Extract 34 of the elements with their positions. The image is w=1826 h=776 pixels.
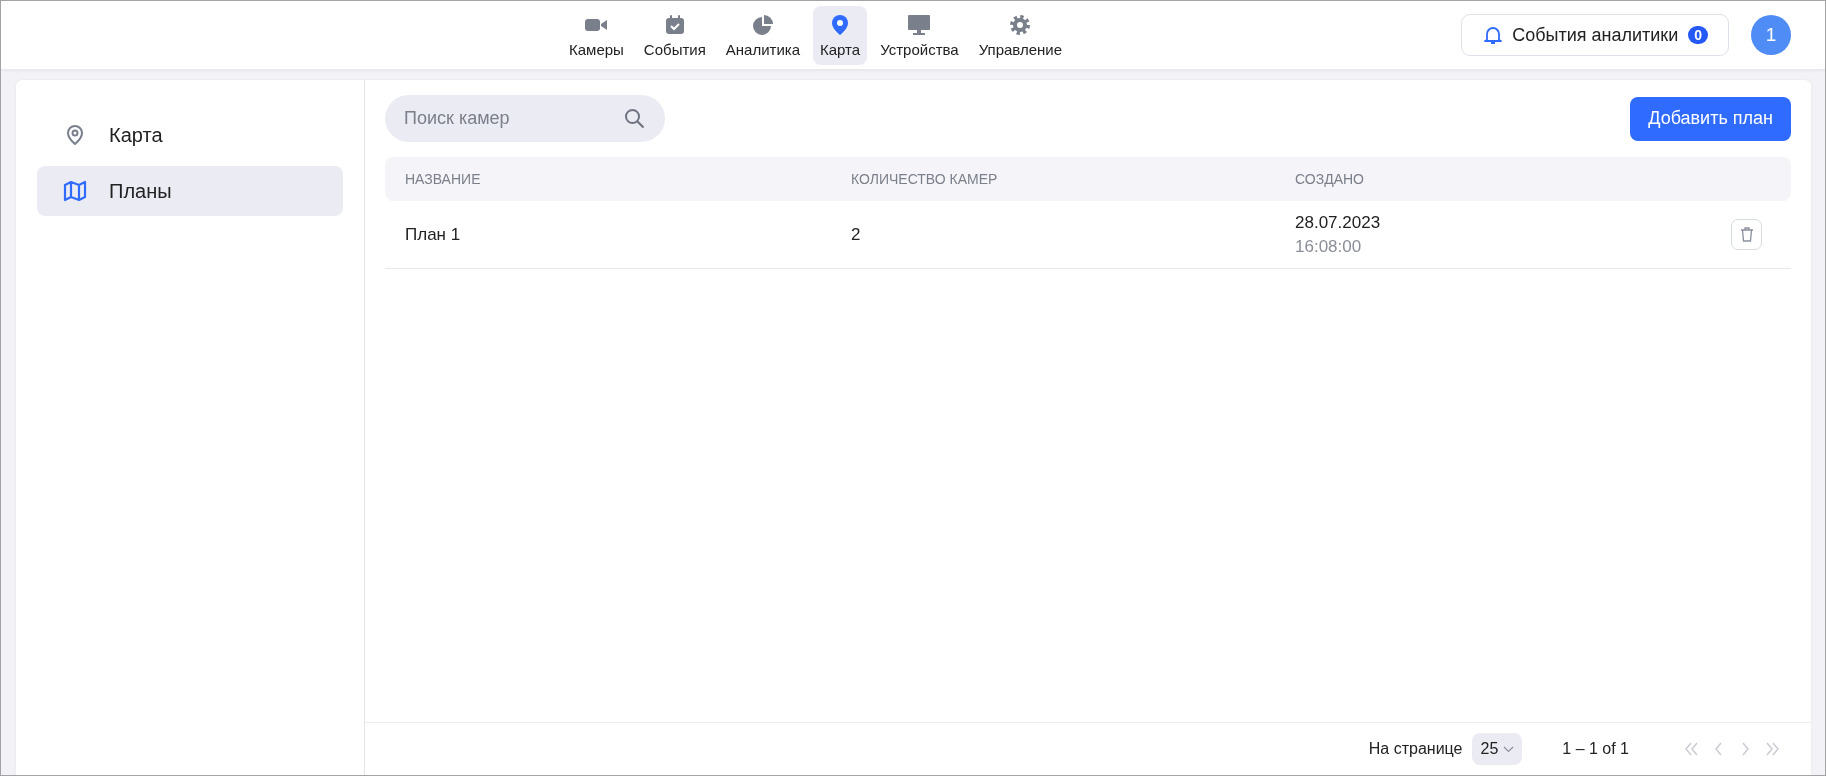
monitor-icon <box>907 13 932 36</box>
search-icon <box>624 108 645 129</box>
search-field[interactable]: Поиск камер <box>385 95 665 142</box>
table-cell-text: План 1 <box>405 224 462 245</box>
table-cell-text: 2 <box>851 224 862 245</box>
page-range: 1 – 1 of 1 <box>1562 740 1629 758</box>
settings-icon <box>1008 13 1033 36</box>
nav-tab[interactable]: Управление <box>971 5 1070 65</box>
count-badge: 0 <box>1688 26 1708 44</box>
nav-tab[interactable]: Карта <box>813 5 868 65</box>
pie-chart-icon <box>750 13 775 36</box>
analytics-events-button[interactable]: События аналитики 0 <box>1461 14 1729 56</box>
add-plan-button[interactable]: Добавить план <box>1630 96 1791 141</box>
double-chevron-right-icon <box>1763 740 1782 758</box>
column-header: СОЗДАНО <box>1295 171 1365 187</box>
created-time: 16:08:00 <box>1295 236 1363 257</box>
caret-icon <box>1503 745 1515 753</box>
trash-icon <box>1739 227 1754 242</box>
folded-map-icon <box>63 180 87 202</box>
created-date: 28.07.2023 <box>1295 212 1381 232</box>
nav-tab[interactable]: Устройства <box>873 5 966 65</box>
column-header: НАЗВАНИЕ <box>405 171 482 187</box>
per-page-select[interactable]: 25 <box>1472 733 1523 765</box>
analytics-events-label: События аналитики <box>1512 24 1679 46</box>
bell-icon <box>1484 25 1503 45</box>
sidebar-item[interactable]: Планы <box>37 166 343 216</box>
delete-button[interactable] <box>1731 219 1762 250</box>
column-header: КОЛИЧЕСТВО КАМЕР <box>851 171 999 187</box>
nav-tab[interactable]: Аналитика <box>718 5 808 65</box>
sidebar-item[interactable]: Карта <box>37 110 343 160</box>
per-page-label: На странице <box>1368 740 1463 758</box>
double-chevron-left-icon <box>1682 740 1701 758</box>
nav-tab[interactable]: Камеры <box>562 5 631 65</box>
nav-tab[interactable]: События <box>636 5 713 65</box>
